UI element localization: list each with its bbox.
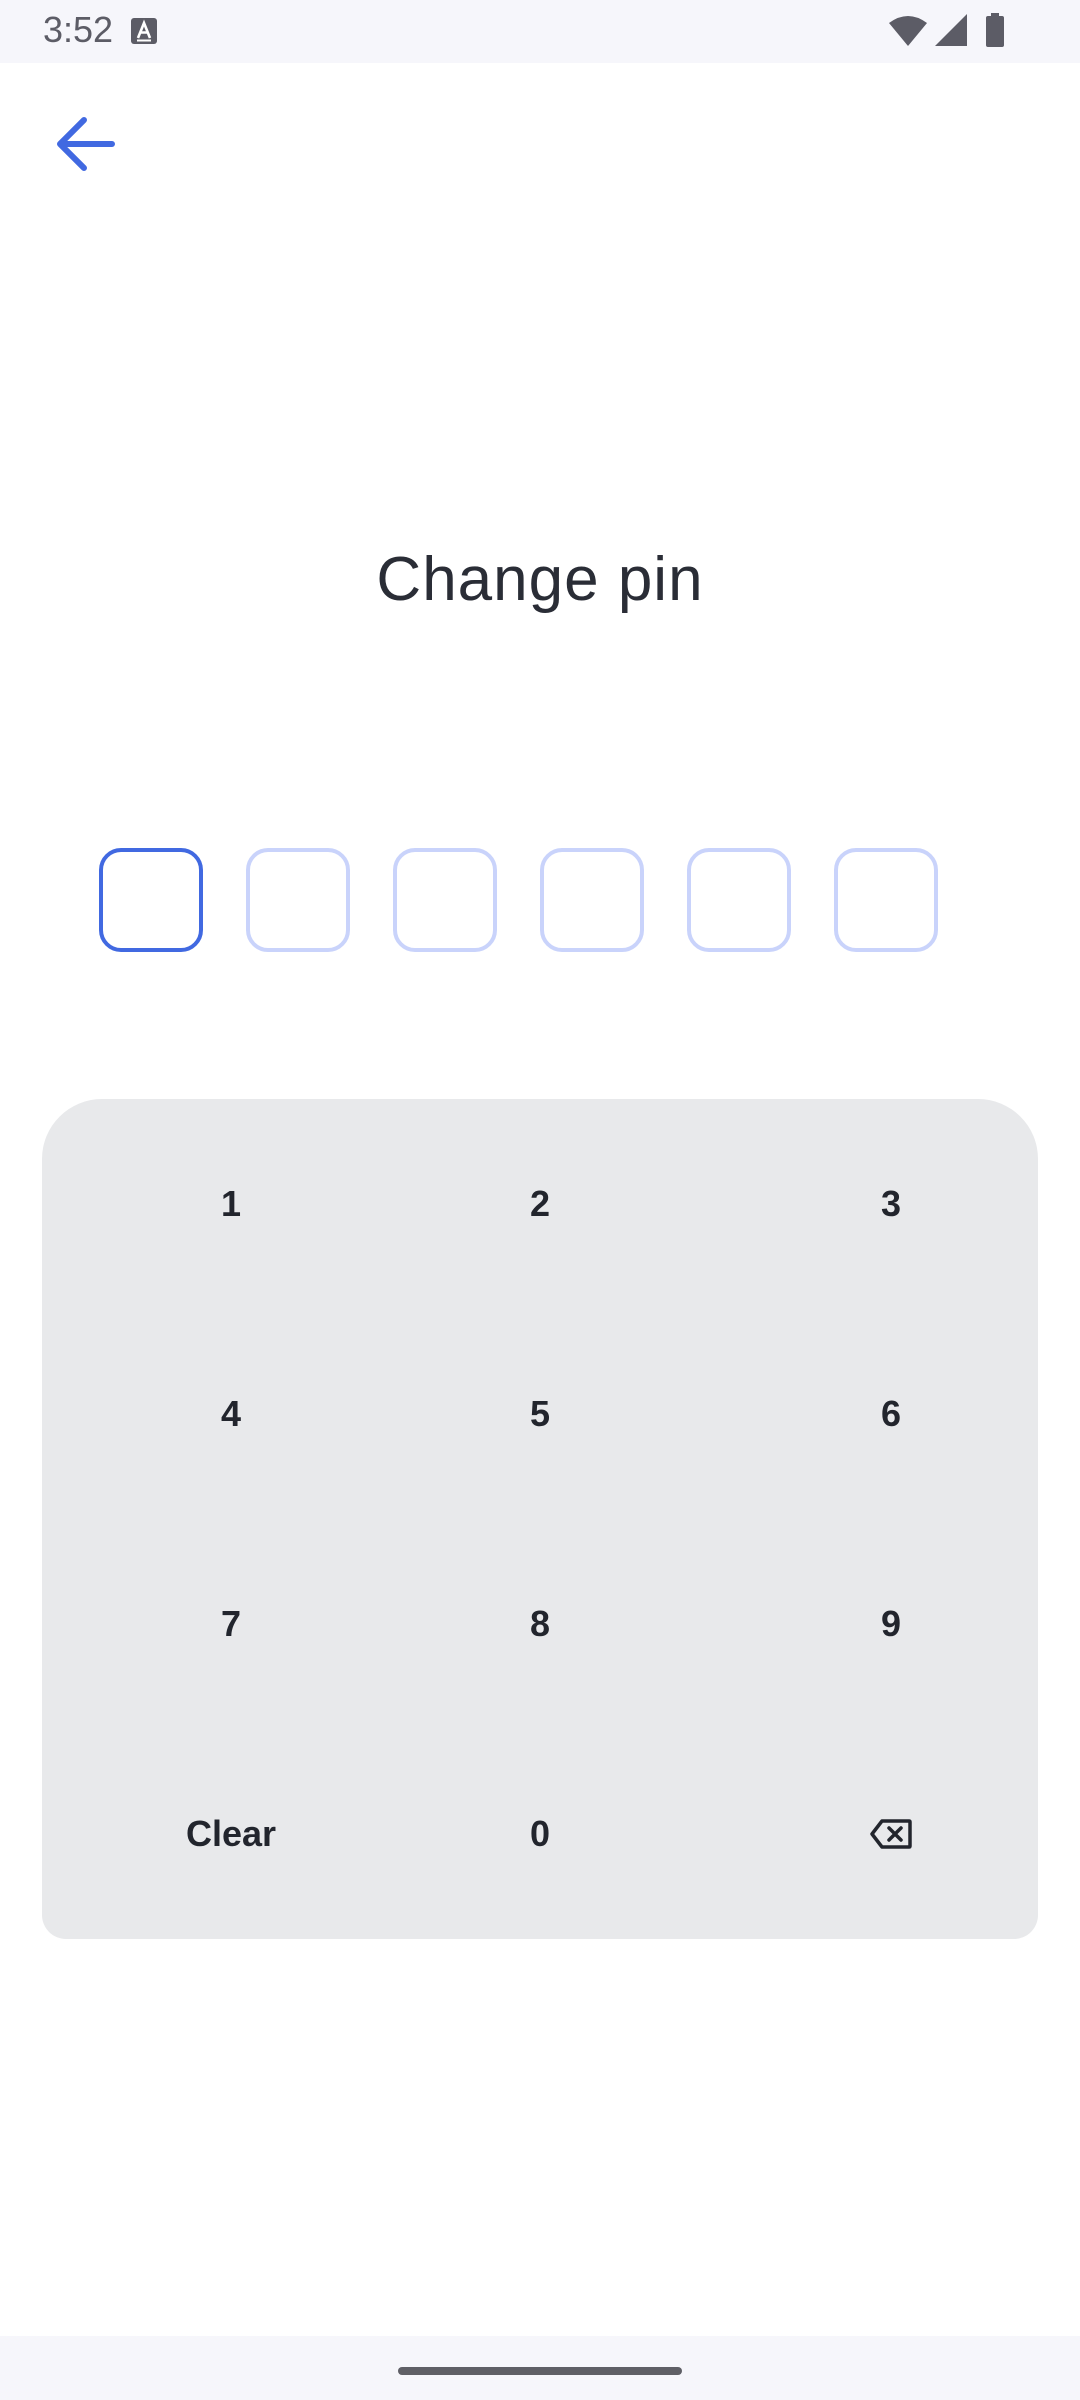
- home-indicator[interactable]: [398, 2367, 682, 2375]
- pin-input[interactable]: [99, 848, 941, 952]
- keyboard-a-icon: [131, 18, 157, 44]
- pin-digit-box-5[interactable]: [687, 848, 791, 952]
- key-4[interactable]: 4: [81, 1324, 381, 1504]
- arrow-left-icon: [57, 117, 115, 171]
- key-9[interactable]: 9: [741, 1534, 1041, 1714]
- status-bar: 3:52: [0, 0, 1080, 63]
- wifi-icon: [889, 16, 927, 46]
- key-2[interactable]: 2: [390, 1114, 690, 1294]
- key-1[interactable]: 1: [81, 1114, 381, 1294]
- cellular-signal-icon: [935, 14, 967, 46]
- key-6[interactable]: 6: [741, 1324, 1041, 1504]
- backspace-button[interactable]: [741, 1744, 1041, 1924]
- page-title: Change pin: [376, 545, 704, 614]
- back-button[interactable]: [38, 97, 132, 191]
- key-7[interactable]: 7: [81, 1534, 381, 1714]
- pin-digit-box-2[interactable]: [246, 848, 350, 952]
- change-pin-screen: 3:52 Change pin 1 2 3 4 5 6 7 8 9 Clear …: [0, 0, 1080, 2400]
- clear-button[interactable]: Clear: [81, 1744, 381, 1924]
- battery-icon: [986, 13, 1004, 47]
- pin-digit-box-6[interactable]: [834, 848, 938, 952]
- backspace-icon: [870, 1819, 912, 1849]
- pin-digit-box-4[interactable]: [540, 848, 644, 952]
- status-time: 3:52: [43, 9, 114, 50]
- key-5[interactable]: 5: [390, 1324, 690, 1504]
- key-3[interactable]: 3: [741, 1114, 1041, 1294]
- numeric-keypad: 1 2 3 4 5 6 7 8 9 Clear 0: [42, 1099, 1038, 1939]
- pin-digit-box-3[interactable]: [393, 848, 497, 952]
- key-0[interactable]: 0: [390, 1744, 690, 1924]
- pin-digit-box-1[interactable]: [99, 848, 203, 952]
- navigation-bar: [0, 2336, 1080, 2400]
- key-8[interactable]: 8: [390, 1534, 690, 1714]
